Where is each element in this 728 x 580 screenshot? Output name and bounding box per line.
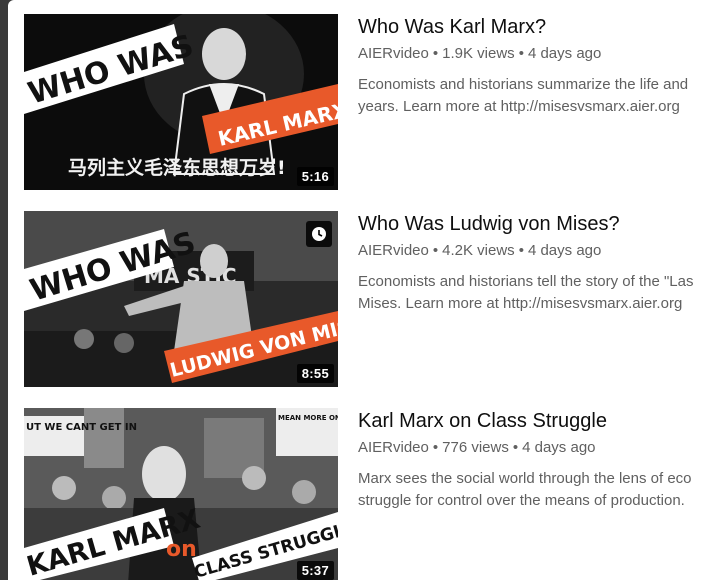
- video-item[interactable]: MA STIC WHO WAS LUDWIG VON MISES? 8:55 W…: [8, 197, 728, 387]
- thumbnail-art: MA STIC WHO WAS LUDWIG VON MISES?: [24, 211, 338, 387]
- separator-dot: •: [432, 242, 439, 259]
- upload-age: 4 days ago: [522, 439, 596, 456]
- view-count: 4.2K views: [442, 242, 515, 259]
- description-line: Mises. Learn more at http://misesvsmarx.…: [358, 295, 683, 312]
- video-item[interactable]: UT WE CANT GET IN MEAN MORE ON RELIEF, H…: [8, 394, 728, 580]
- video-meta: AIERvideo • 4.2K views • 4 days ago: [358, 241, 728, 261]
- video-details: Karl Marx on Class Struggle AIERvideo • 77…: [358, 408, 728, 512]
- separator-dot: •: [432, 439, 439, 456]
- thumb-sign-left: UT WE CANT GET IN: [26, 422, 137, 433]
- thumb-caption: 马列主义毛泽东思想万岁!: [68, 156, 286, 179]
- separator-dot: •: [518, 242, 524, 259]
- separator-dot: •: [512, 439, 519, 456]
- clock-icon: [312, 227, 326, 241]
- video-duration: 5:16: [296, 167, 334, 186]
- video-description: Marx sees the social world through the l…: [358, 468, 728, 512]
- channel-name[interactable]: AIERvideo: [358, 242, 429, 259]
- separator-dot: •: [518, 45, 524, 62]
- thumb-sign-right: MEAN MORE ON RELIEF, HALF AS MANY ON THE…: [278, 414, 338, 422]
- video-details: Who Was Karl Marx? AIERvideo • 1.9K views •…: [358, 14, 728, 118]
- video-duration: 5:37: [296, 561, 334, 580]
- channel-name[interactable]: AIERvideo: [358, 45, 429, 62]
- upload-age: 4 days ago: [527, 45, 602, 62]
- video-title[interactable]: Who Was Ludwig von Mises?: [358, 211, 728, 237]
- view-count: 1.9K views: [442, 45, 515, 62]
- video-description: Economists and historians tell the story…: [358, 271, 728, 315]
- upload-age: 4 days ago: [527, 242, 602, 259]
- video-thumbnail[interactable]: UT WE CANT GET IN MEAN MORE ON RELIEF, H…: [24, 408, 338, 580]
- description-line: years. Learn more at http://misesvsmarx.…: [358, 98, 680, 115]
- video-details: Who Was Ludwig von Mises? AIERvideo • 4.2K…: [358, 211, 728, 315]
- video-title[interactable]: Who Was Karl Marx?: [358, 14, 728, 40]
- video-title[interactable]: Karl Marx on Class Struggle: [358, 408, 728, 434]
- video-meta: AIERvideo • 776 views • 4 days ago: [358, 438, 728, 458]
- separator-dot: •: [432, 45, 439, 62]
- video-description: Economists and historians summarize the …: [358, 74, 728, 118]
- video-item[interactable]: WHO WAS KARL MARX? 马列主义毛泽东思想万岁! 5:16 Who…: [8, 0, 728, 190]
- description-line: Economists and historians tell the story…: [358, 273, 694, 290]
- watch-later-button[interactable]: [306, 221, 332, 247]
- video-thumbnail[interactable]: WHO WAS KARL MARX? 马列主义毛泽东思想万岁! 5:16: [24, 14, 338, 190]
- thumbnail-art: WHO WAS KARL MARX? 马列主义毛泽东思想万岁!: [24, 14, 338, 190]
- description-line: Marx sees the social world through the l…: [358, 470, 692, 487]
- video-list: WHO WAS KARL MARX? 马列主义毛泽东思想万岁! 5:16 Who…: [8, 0, 728, 580]
- channel-name[interactable]: AIERvideo: [358, 439, 429, 456]
- description-line: Economists and historians summarize the …: [358, 76, 689, 93]
- view-count: 776 views: [442, 439, 509, 456]
- thumbnail-art: UT WE CANT GET IN MEAN MORE ON RELIEF, H…: [24, 408, 338, 580]
- description-line: struggle for control over the means of p…: [358, 492, 685, 509]
- video-thumbnail[interactable]: MA STIC WHO WAS LUDWIG VON MISES? 8:55: [24, 211, 338, 387]
- video-meta: AIERvideo • 1.9K views • 4 days ago: [358, 44, 728, 64]
- video-duration: 8:55: [296, 364, 334, 383]
